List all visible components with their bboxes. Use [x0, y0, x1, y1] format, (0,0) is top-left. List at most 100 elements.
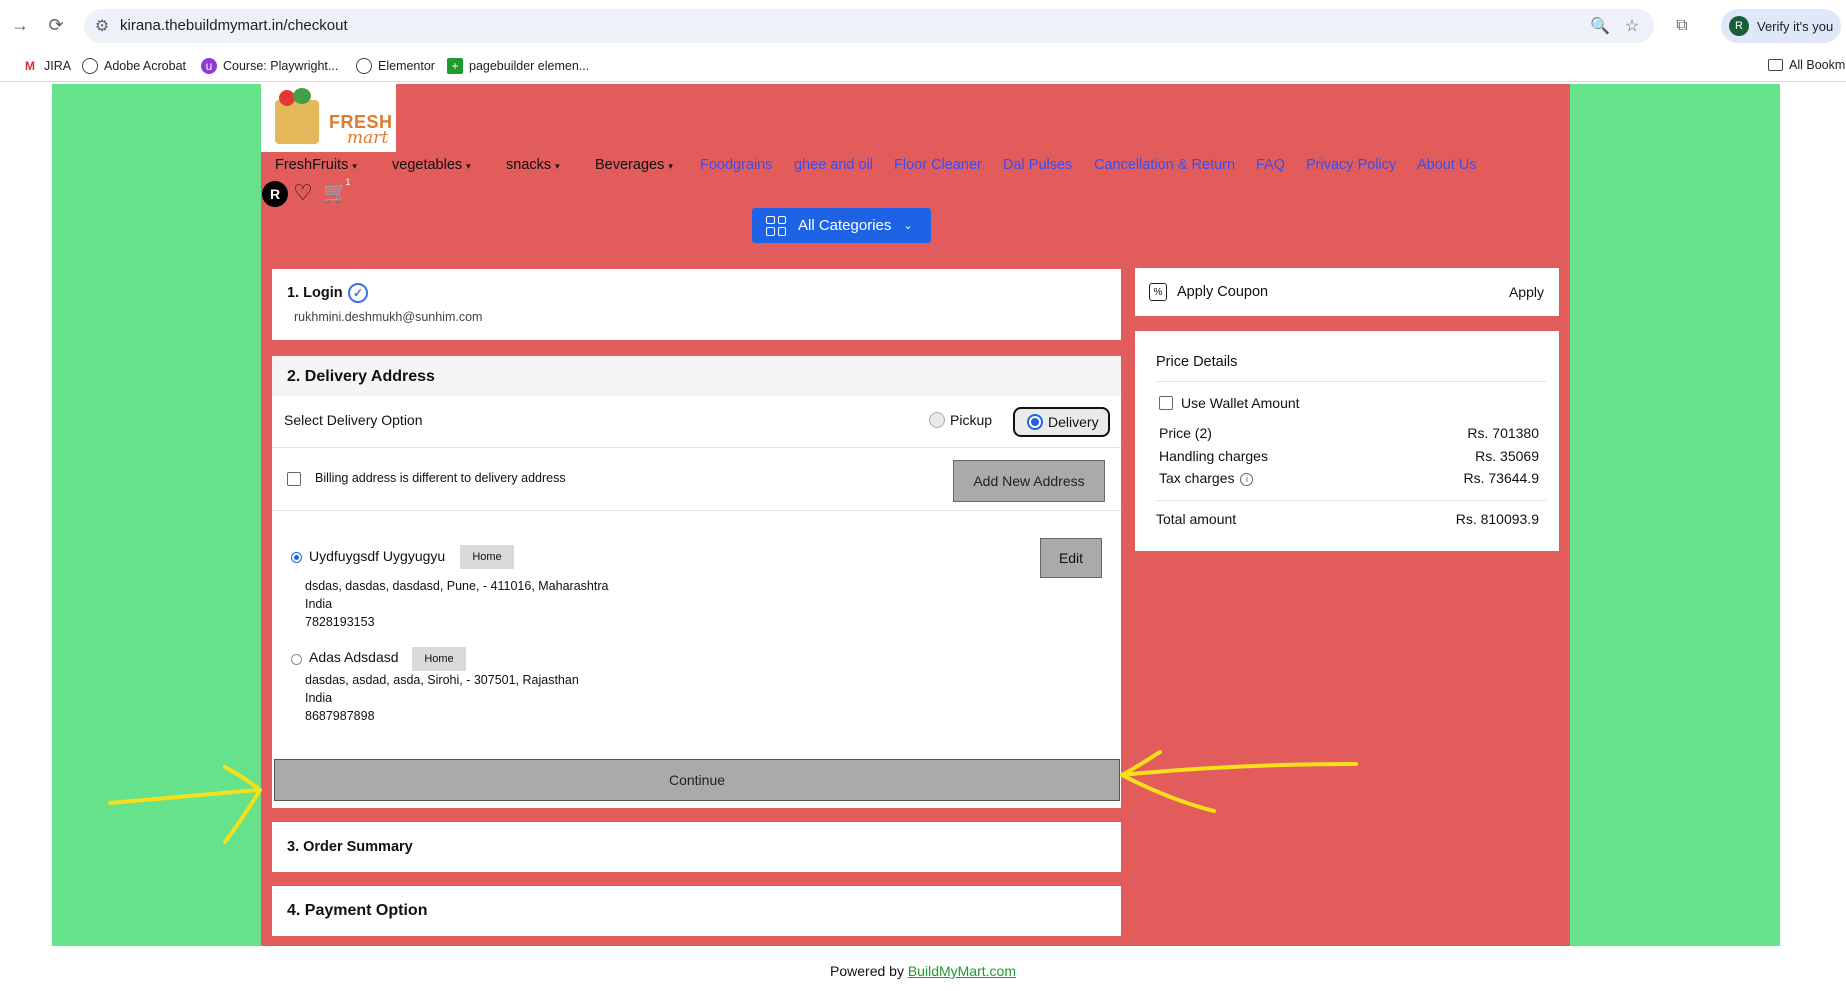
- footer: Powered by BuildMyMart.com: [0, 963, 1846, 979]
- divider: [272, 510, 1121, 511]
- price-row: Price (2) Rs. 701380: [1159, 425, 1539, 441]
- chevron-down-icon: ▾: [466, 161, 471, 171]
- menu-ghee-and-oil[interactable]: ghee and oil: [794, 157, 873, 173]
- verify-profile-button[interactable]: R Verify it's you: [1721, 9, 1841, 43]
- pickup-radio[interactable]: [929, 412, 945, 428]
- delivery-radio[interactable]: [1027, 414, 1043, 430]
- gmail-icon: M: [25, 59, 35, 73]
- address-1-radio[interactable]: [291, 552, 302, 563]
- delivery-option[interactable]: Delivery: [1013, 407, 1110, 437]
- footer-link[interactable]: BuildMyMart.com: [908, 963, 1016, 979]
- payment-option-title: 4. Payment Option: [287, 902, 428, 919]
- bookmark-adobe-acrobat[interactable]: Adobe Acrobat: [82, 58, 186, 74]
- price-details-card: Price Details Use Wallet Amount Price (2…: [1135, 331, 1559, 551]
- bookmark-jira[interactable]: M JIRA: [22, 58, 71, 74]
- info-icon[interactable]: i: [1240, 472, 1254, 486]
- menu-vegetables[interactable]: vegetables ▾: [392, 157, 471, 173]
- address-1-name: Uydfuygsdf Uygyugyu: [309, 548, 446, 564]
- all-categories-button[interactable]: All Categories ⌄: [752, 208, 931, 243]
- globe-icon: [356, 58, 372, 74]
- address-2-name: Adas Adsdasd: [309, 649, 399, 665]
- chevron-down-icon: ⌄: [903, 220, 913, 232]
- browser-toolbar: → ⟳ ⚙ kirana.thebuildmymart.in/checkout …: [0, 0, 1846, 52]
- address-2-line: dasdas, asdad, asda, Sirohi, - 307501, R…: [305, 673, 579, 687]
- footer-prefix: Powered by: [830, 963, 904, 979]
- menu-cancellation-return[interactable]: Cancellation & Return: [1094, 157, 1235, 173]
- leaf-icon: [293, 88, 311, 104]
- forward-icon[interactable]: →: [8, 13, 32, 37]
- address-1-tag: Home: [460, 545, 514, 569]
- menu-freshfruits[interactable]: FreshFruits ▾: [275, 157, 357, 173]
- course-icon: u: [201, 58, 217, 74]
- all-bookmarks[interactable]: All Bookm: [1768, 58, 1845, 72]
- verify-label: Verify it's you: [1757, 18, 1834, 34]
- billing-different-label: Billing address is different to delivery…: [315, 471, 566, 485]
- payment-option-card[interactable]: 4. Payment Option: [272, 886, 1121, 936]
- continue-button[interactable]: Continue: [274, 759, 1120, 801]
- check-circle-icon: ✓: [348, 283, 368, 303]
- menu-foodgrains[interactable]: Foodgrains: [700, 157, 773, 173]
- select-delivery-label: Select Delivery Option: [284, 412, 423, 428]
- grid-icon: [766, 215, 786, 236]
- bookmarks-bar: M JIRA Adobe Acrobat u Course: Playwright.…: [0, 52, 1846, 82]
- bookmark-star-icon[interactable]: ☆: [1620, 14, 1644, 38]
- bookmark-elementor[interactable]: Elementor: [356, 58, 435, 74]
- edit-address-button[interactable]: Edit: [1040, 538, 1102, 578]
- billing-different-checkbox[interactable]: [287, 472, 301, 486]
- address-1-phone: 7828193153: [305, 615, 375, 629]
- heart-icon[interactable]: ♡: [293, 180, 313, 206]
- chevron-down-icon: ▾: [668, 161, 673, 171]
- grocery-bag-icon: [275, 100, 319, 144]
- bookmark-pagebuilder[interactable]: + pagebuilder elemen...: [447, 58, 589, 74]
- zoom-icon[interactable]: 🔍: [1588, 14, 1612, 38]
- address-2-tag: Home: [412, 647, 466, 671]
- reload-icon[interactable]: ⟳: [44, 13, 68, 37]
- use-wallet-label: Use Wallet Amount: [1181, 395, 1300, 411]
- address-2-phone: 8687987898: [305, 709, 375, 723]
- sheets-icon: +: [447, 58, 463, 74]
- menu-snacks[interactable]: snacks ▾: [506, 157, 560, 173]
- address-1-country: India: [305, 597, 333, 611]
- login-title: 1. Login: [287, 285, 343, 301]
- pickup-option[interactable]: Pickup: [929, 412, 992, 428]
- profile-avatar: R: [1729, 16, 1749, 36]
- logo-mart-text: mart: [347, 128, 389, 148]
- bookmark-course-playwright[interactable]: u Course: Playwright...: [201, 58, 338, 74]
- address-2-radio[interactable]: [291, 654, 302, 665]
- globe-icon: [82, 58, 98, 74]
- handling-charges-row: Handling charges Rs. 35069: [1159, 448, 1539, 464]
- order-summary-title: 3. Order Summary: [287, 839, 413, 855]
- coupon-icon: %: [1149, 283, 1167, 301]
- user-avatar[interactable]: R: [262, 181, 288, 207]
- menu-beverages[interactable]: Beverages ▾: [595, 157, 673, 173]
- chevron-down-icon: ▾: [555, 161, 560, 171]
- login-card: 1. Login ✓ rukhmini.deshmukh@sunhim.com: [272, 269, 1121, 340]
- chevron-down-icon: ▾: [352, 161, 357, 171]
- divider: [1156, 500, 1546, 501]
- site-info-icon[interactable]: ⚙: [90, 14, 114, 38]
- use-wallet-checkbox[interactable]: [1159, 396, 1173, 410]
- total-amount-row: Total amount Rs. 810093.9: [1156, 511, 1539, 527]
- menu-dal-pulses[interactable]: Dal Pulses: [1003, 157, 1072, 173]
- divider: [272, 447, 1121, 448]
- address-1-line: dsdas, dasdas, dasdasd, Pune, - 411016, …: [305, 579, 609, 593]
- menu-floor-cleaner[interactable]: Floor Cleaner: [894, 157, 982, 173]
- apply-coupon-button[interactable]: Apply: [1509, 284, 1544, 300]
- menu-faq[interactable]: FAQ: [1256, 157, 1285, 173]
- delivery-title: 2. Delivery Address: [287, 368, 435, 385]
- delivery-address-card: 2. Delivery Address Select Delivery Opti…: [272, 356, 1121, 808]
- delivery-header: 2. Delivery Address: [272, 356, 1121, 396]
- cart-count-badge: 1: [342, 176, 354, 188]
- add-new-address-button[interactable]: Add New Address: [953, 460, 1105, 502]
- menu-about-us[interactable]: About Us: [1417, 157, 1477, 173]
- apply-coupon-label: Apply Coupon: [1177, 284, 1269, 300]
- price-details-title: Price Details: [1156, 354, 1238, 370]
- order-summary-card[interactable]: 3. Order Summary: [272, 822, 1121, 872]
- folder-icon: [1768, 59, 1783, 71]
- apply-coupon-card: % Apply Coupon Apply: [1135, 268, 1559, 316]
- url-text: kirana.thebuildmymart.in/checkout: [120, 17, 348, 34]
- extensions-icon[interactable]: ⧉: [1670, 14, 1694, 38]
- site-logo[interactable]: FRESH mart: [261, 84, 396, 152]
- divider: [1156, 381, 1546, 382]
- menu-privacy-policy[interactable]: Privacy Policy: [1306, 157, 1396, 173]
